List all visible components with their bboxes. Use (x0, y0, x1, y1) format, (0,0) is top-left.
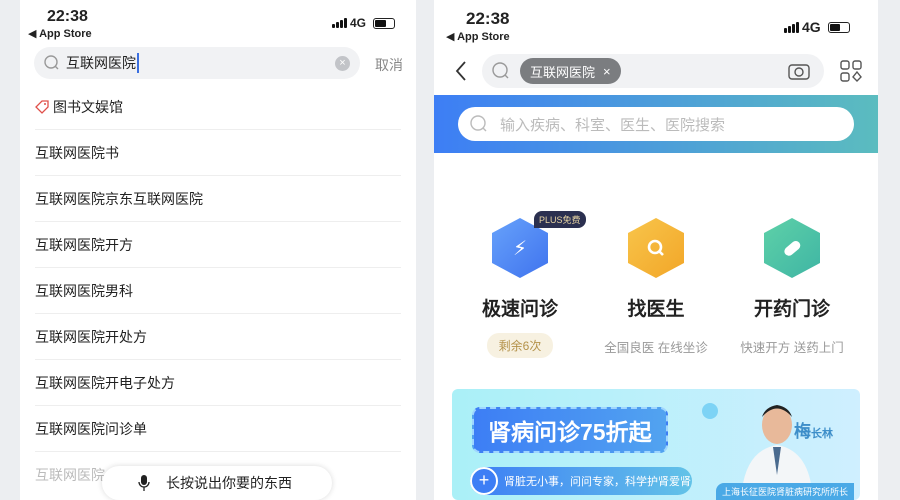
decor-bubble (702, 403, 718, 419)
camera-icon[interactable] (788, 62, 810, 80)
status-time: 22:38 (47, 8, 88, 25)
search-chip-label: 互联网医院 (530, 64, 596, 80)
battery-icon (827, 21, 850, 33)
kidney-consult-ad-banner[interactable]: 肾病问诊75折起 肾脏无小事，问问专家，科学护肾爱肾 + 梅长林 上海长征医院肾… (452, 389, 860, 500)
suggestion-item[interactable]: 互联网医院京东互联网医院 (35, 176, 401, 222)
suggestion-label: 互联网医院开方 (35, 236, 133, 253)
network-type: 4G (350, 16, 367, 30)
suggestion-item[interactable]: 互联网医院开方 (35, 222, 401, 268)
suggestion-item[interactable]: 互联网医院问诊单 (35, 406, 401, 452)
voice-hint: 长按说出你要的东西 (166, 475, 292, 491)
search-suggestion-screen: 22:38 ◀ App Store 4G 互联网医院 × 取消 图书文娱馆 互联… (20, 0, 416, 500)
back-to-app-store[interactable]: ◀ App Store (28, 27, 92, 40)
doctor-name: 梅长林 (794, 422, 833, 441)
suggestion-item[interactable]: 互联网医院男科 (35, 268, 401, 314)
suggestion-item[interactable]: 互联网医院开处方 (35, 314, 401, 360)
hospital-search-input[interactable]: 输入疾病、科室、医生、医院搜索 (458, 107, 854, 141)
search-icon (470, 115, 487, 132)
service-subtitle: 快速开方 送药上门 (740, 341, 844, 355)
search-bar[interactable]: 互联网医院 × (482, 54, 824, 88)
suggestion-label: 互联网医院开电子处方 (35, 374, 175, 391)
network-type: 4G (802, 19, 821, 35)
cancel-button[interactable]: 取消 (375, 55, 403, 75)
search-icon (628, 218, 684, 278)
service-title: 开药门诊 (753, 299, 830, 320)
suggestion-label: 图书文娱馆 (53, 98, 123, 115)
back-chevron-icon[interactable] (454, 60, 468, 82)
plus-icon: + (470, 467, 498, 495)
suggestion-label: 互联网医院书 (35, 144, 119, 161)
back-to-app-store[interactable]: ◀ App Store (446, 30, 510, 43)
pill-icon (764, 218, 820, 278)
service-quick-consult[interactable]: ⚡ 极速问诊 剩余6次 (450, 218, 590, 358)
remaining-count-badge: 剩余6次 (486, 333, 554, 358)
status-time: 22:38 (466, 9, 510, 28)
service-find-doctor[interactable]: 找医生 全国良医 在线坐诊 (586, 218, 726, 356)
service-subtitle: 全国良医 在线坐诊 (604, 341, 708, 355)
search-icon (44, 55, 59, 70)
suggestion-item[interactable]: 互联网医院开电子处方 (35, 360, 401, 406)
chip-close-icon[interactable]: × (603, 64, 611, 79)
ad-subtitle: 肾脏无小事，问问专家，科学护肾爱肾 (470, 467, 692, 495)
signal-icon (784, 21, 799, 33)
signal-icon (332, 18, 347, 28)
search-icon (492, 62, 509, 79)
search-result-screen: 22:38 ◀ App Store 4G 互联网医院 × 输入疾病、科室、医生、医… (434, 0, 878, 500)
voice-search-button[interactable]: 长按说出你要的东西 (102, 466, 332, 500)
tag-icon (35, 99, 49, 114)
suggestion-label: 互联网医院京东互联网医院 (35, 190, 203, 207)
suggestion-item[interactable]: 互联网医院书 (35, 130, 401, 176)
service-prescription[interactable]: 开药门诊 快速开方 送药上门 (722, 218, 862, 356)
status-indicators: 4G (332, 16, 396, 30)
microphone-icon (138, 475, 150, 491)
search-placeholder: 输入疾病、科室、医生、医院搜索 (500, 116, 726, 134)
search-value: 互联网医院 (66, 53, 139, 73)
service-title: 找医生 (627, 299, 685, 320)
doctor-title: 上海长征医院肾脏病研究所所长 (715, 483, 854, 500)
suggestion-label: 互联网医院开处方 (35, 328, 147, 345)
clear-icon[interactable]: × (335, 56, 350, 71)
suggestion-item[interactable]: 图书文娱馆 (35, 84, 401, 130)
apps-grid-icon[interactable] (840, 60, 862, 82)
search-input[interactable]: 互联网医院 × (34, 47, 360, 79)
battery-icon (373, 17, 396, 29)
suggestion-label: 互联网医院 (35, 467, 105, 483)
doctor-photo (742, 405, 812, 490)
search-chip[interactable]: 互联网医院 × (520, 58, 621, 84)
suggestion-label: 互联网医院问诊单 (35, 420, 147, 437)
plus-free-badge: PLUS免费 (534, 211, 586, 228)
ad-title: 肾病问诊75折起 (472, 407, 668, 453)
status-indicators: 4G (784, 19, 850, 35)
service-title: 极速问诊 (481, 299, 558, 320)
suggestion-label: 互联网医院男科 (35, 282, 133, 299)
